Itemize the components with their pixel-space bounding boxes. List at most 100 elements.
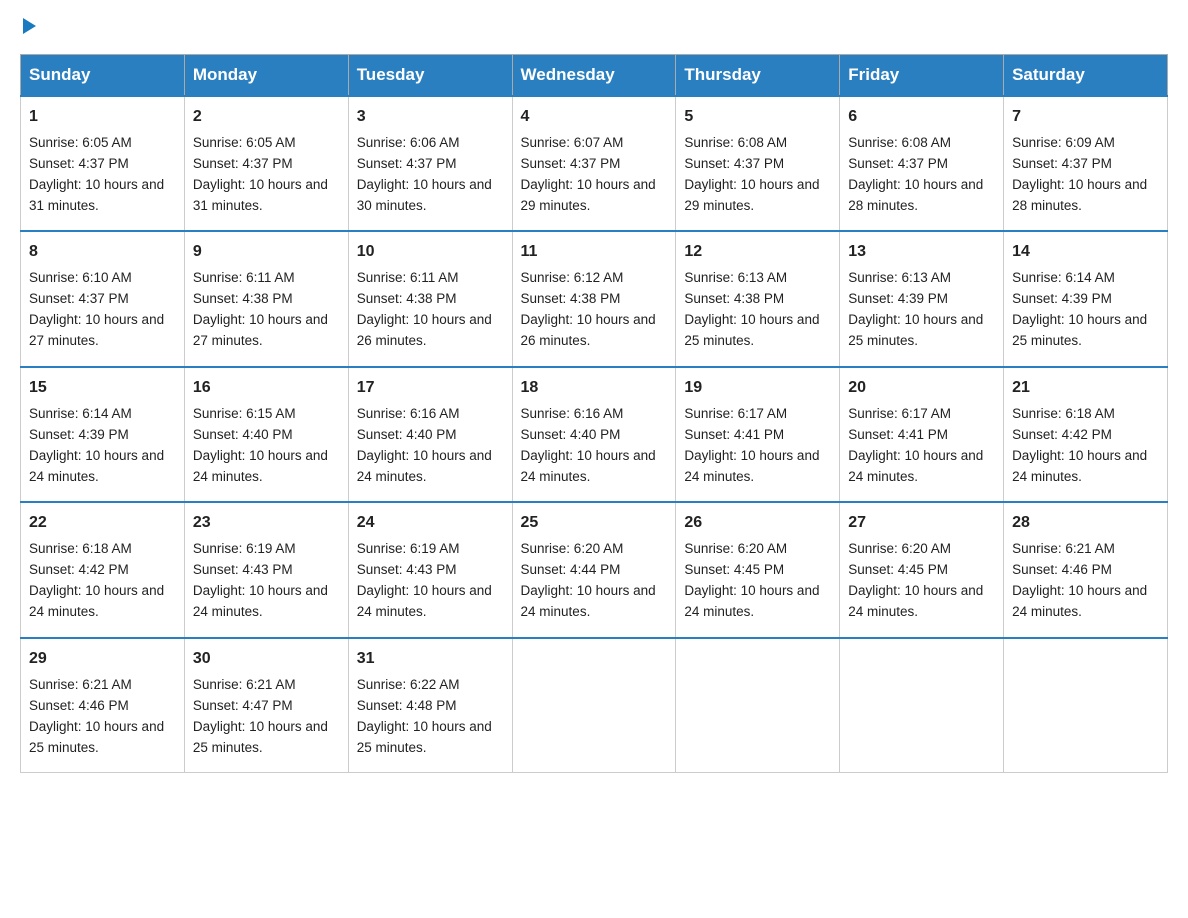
day-number: 5 [684,105,831,130]
sunset-text: Sunset: 4:39 PM [848,291,948,306]
daylight-text: Daylight: 10 hours and 27 minutes. [29,312,164,348]
daylight-text: Daylight: 10 hours and 24 minutes. [29,583,164,619]
calendar-week-row: 8Sunrise: 6:10 AMSunset: 4:37 PMDaylight… [21,231,1168,366]
day-number: 11 [521,240,668,265]
daylight-text: Daylight: 10 hours and 24 minutes. [521,448,656,484]
day-number: 26 [684,511,831,536]
sunrise-text: Sunrise: 6:19 AM [357,541,460,556]
sunrise-text: Sunrise: 6:20 AM [848,541,951,556]
calendar-cell: 30Sunrise: 6:21 AMSunset: 4:47 PMDayligh… [184,638,348,773]
sunrise-text: Sunrise: 6:08 AM [684,135,787,150]
calendar-cell: 5 Sunrise: 6:08 AM Sunset: 4:37 PM Daylight… [676,96,840,231]
day-number: 21 [1012,376,1159,401]
sunset-text: Sunset: 4:41 PM [848,427,948,442]
calendar-cell: 7Sunrise: 6:09 AMSunset: 4:37 PMDaylight… [1004,96,1168,231]
sunset-text: Sunset: 4:37 PM [29,291,129,306]
col-header-wednesday: Wednesday [512,55,676,97]
day-number: 19 [684,376,831,401]
sunset-text: Sunset: 4:37 PM [1012,156,1112,171]
daylight-text: Daylight: 10 hours and 25 minutes. [193,719,328,755]
col-header-monday: Monday [184,55,348,97]
calendar-cell: 31Sunrise: 6:22 AMSunset: 4:48 PMDayligh… [348,638,512,773]
calendar-cell [840,638,1004,773]
calendar-week-row: 29Sunrise: 6:21 AMSunset: 4:46 PMDayligh… [21,638,1168,773]
calendar-week-row: 1 Sunrise: 6:05 AM Sunset: 4:37 PM Daylight… [21,96,1168,231]
calendar-cell [512,638,676,773]
calendar-cell: 17Sunrise: 6:16 AMSunset: 4:40 PMDayligh… [348,367,512,502]
sunrise-text: Sunrise: 6:14 AM [1012,270,1115,285]
sunset-text: Sunset: 4:40 PM [193,427,293,442]
sunrise-text: Sunrise: 6:16 AM [357,406,460,421]
calendar-cell: 26Sunrise: 6:20 AMSunset: 4:45 PMDayligh… [676,502,840,637]
daylight-text: Daylight: 10 hours and 25 minutes. [357,719,492,755]
day-number: 24 [357,511,504,536]
sunset-text: Sunset: 4:37 PM [29,156,129,171]
calendar-cell: 22Sunrise: 6:18 AMSunset: 4:42 PMDayligh… [21,502,185,637]
daylight-text: Daylight: 10 hours and 24 minutes. [848,448,983,484]
col-header-friday: Friday [840,55,1004,97]
sunrise-text: Sunrise: 6:18 AM [1012,406,1115,421]
day-number: 8 [29,240,176,265]
page-header [20,20,1168,34]
calendar-cell [676,638,840,773]
calendar-header-row: Sunday Monday Tuesday Wednesday Thursday… [21,55,1168,97]
daylight-text: Daylight: 10 hours and 25 minutes. [29,719,164,755]
sunrise-text: Sunrise: 6:16 AM [521,406,624,421]
daylight-text: Daylight: 10 hours and 24 minutes. [684,583,819,619]
daylight-text: Daylight: 10 hours and 31 minutes. [29,177,164,213]
sunset-text: Sunset: 4:38 PM [357,291,457,306]
calendar-cell: 27Sunrise: 6:20 AMSunset: 4:45 PMDayligh… [840,502,1004,637]
day-number: 14 [1012,240,1159,265]
day-number: 16 [193,376,340,401]
day-number: 29 [29,647,176,672]
sunset-text: Sunset: 4:46 PM [1012,562,1112,577]
calendar-week-row: 15Sunrise: 6:14 AMSunset: 4:39 PMDayligh… [21,367,1168,502]
daylight-text: Daylight: 10 hours and 29 minutes. [684,177,819,213]
day-number: 27 [848,511,995,536]
calendar-cell: 15Sunrise: 6:14 AMSunset: 4:39 PMDayligh… [21,367,185,502]
calendar-cell [1004,638,1168,773]
sunrise-text: Sunrise: 6:19 AM [193,541,296,556]
sunset-text: Sunset: 4:47 PM [193,698,293,713]
sunset-text: Sunset: 4:46 PM [29,698,129,713]
daylight-text: Daylight: 10 hours and 24 minutes. [848,583,983,619]
sunrise-text: Sunrise: 6:18 AM [29,541,132,556]
sunrise-text: Sunrise: 6:13 AM [848,270,951,285]
sunrise-text: Sunrise: 6:22 AM [357,677,460,692]
sunset-text: Sunset: 4:40 PM [357,427,457,442]
sunset-text: Sunset: 4:37 PM [848,156,948,171]
sunrise-text: Sunrise: 6:21 AM [1012,541,1115,556]
sunrise-text: Sunrise: 6:20 AM [521,541,624,556]
sunrise-text: Sunrise: 6:05 AM [193,135,296,150]
daylight-text: Daylight: 10 hours and 25 minutes. [684,312,819,348]
sunrise-text: Sunrise: 6:14 AM [29,406,132,421]
sunset-text: Sunset: 4:42 PM [1012,427,1112,442]
sunset-text: Sunset: 4:38 PM [684,291,784,306]
sunset-text: Sunset: 4:43 PM [193,562,293,577]
calendar-cell: 19Sunrise: 6:17 AMSunset: 4:41 PMDayligh… [676,367,840,502]
col-header-thursday: Thursday [676,55,840,97]
sunset-text: Sunset: 4:37 PM [193,156,293,171]
daylight-text: Daylight: 10 hours and 24 minutes. [684,448,819,484]
daylight-text: Daylight: 10 hours and 29 minutes. [521,177,656,213]
daylight-text: Daylight: 10 hours and 25 minutes. [848,312,983,348]
daylight-text: Daylight: 10 hours and 24 minutes. [521,583,656,619]
daylight-text: Daylight: 10 hours and 24 minutes. [1012,583,1147,619]
day-number: 18 [521,376,668,401]
daylight-text: Daylight: 10 hours and 28 minutes. [848,177,983,213]
calendar-cell: 2Sunrise: 6:05 AMSunset: 4:37 PMDaylight… [184,96,348,231]
calendar-cell: 29Sunrise: 6:21 AMSunset: 4:46 PMDayligh… [21,638,185,773]
day-number: 1 [29,105,176,130]
calendar-cell: 23Sunrise: 6:19 AMSunset: 4:43 PMDayligh… [184,502,348,637]
day-number: 12 [684,240,831,265]
sunrise-text: Sunrise: 6:11 AM [357,270,459,285]
sunset-text: Sunset: 4:37 PM [684,156,784,171]
calendar-cell: 4Sunrise: 6:07 AMSunset: 4:37 PMDaylight… [512,96,676,231]
day-number: 3 [357,105,504,130]
day-number: 2 [193,105,340,130]
daylight-text: Daylight: 10 hours and 24 minutes. [29,448,164,484]
daylight-text: Daylight: 10 hours and 26 minutes. [357,312,492,348]
day-number: 9 [193,240,340,265]
calendar-cell: 6Sunrise: 6:08 AMSunset: 4:37 PMDaylight… [840,96,1004,231]
day-number: 15 [29,376,176,401]
